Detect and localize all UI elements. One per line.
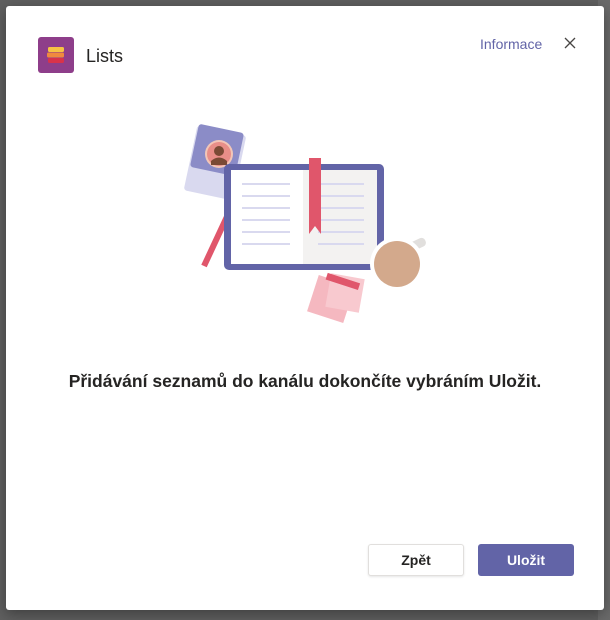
close-button[interactable]: [560, 33, 580, 53]
info-link[interactable]: Informace: [480, 36, 542, 52]
lists-app-icon: [38, 37, 74, 73]
instruction-message: Přidávání seznamů do kanálu dokončíte vy…: [68, 371, 542, 391]
close-icon: [564, 37, 576, 49]
save-button[interactable]: Uložit: [478, 544, 574, 576]
back-button[interactable]: Zpět: [368, 544, 464, 576]
lists-setup-dialog: Lists Informace Přidávání seznamů do kan…: [6, 6, 604, 610]
dialog-header: Lists Informace: [6, 6, 604, 106]
book-and-desk-illustration: [176, 118, 446, 338]
app-title: Lists: [86, 46, 124, 66]
coffee-cup-illustration: [370, 237, 426, 291]
open-book-illustration: [224, 158, 384, 270]
sticky-notes-illustration: [307, 272, 365, 323]
